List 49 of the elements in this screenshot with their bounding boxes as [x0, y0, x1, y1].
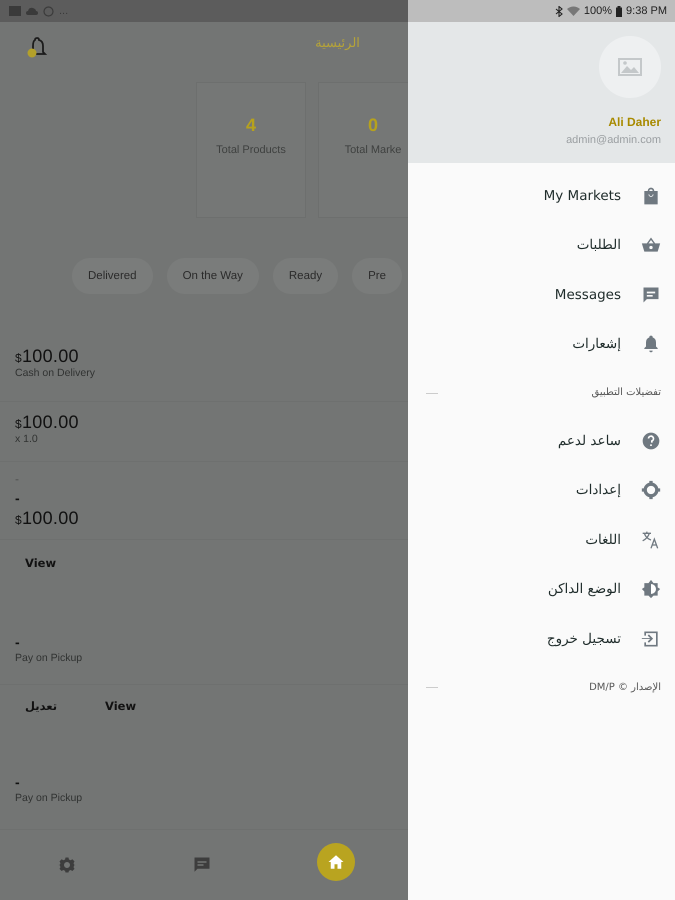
- page-title: الرئيسية: [315, 36, 360, 51]
- drawer-menu-item[interactable]: إشعارات: [408, 320, 675, 369]
- notification-bell-icon[interactable]: [26, 37, 48, 59]
- order-amount: $100.00: [15, 346, 79, 367]
- drawer-menu-item[interactable]: تسجيل خروج: [408, 614, 675, 664]
- drawer-menu-item[interactable]: Messages: [408, 270, 675, 320]
- order-dash: -: [15, 633, 20, 652]
- stat-label: Total Marke: [344, 144, 402, 156]
- order-amount: $100.00: [15, 508, 79, 529]
- bluetooth-icon: [554, 6, 563, 16]
- order-dash: -: [15, 773, 20, 792]
- wifi-icon: [566, 6, 580, 16]
- order-dash: -: [15, 471, 19, 488]
- order-action-button[interactable]: تعديل: [25, 699, 58, 713]
- stat-value: 4: [246, 115, 256, 136]
- circle-icon: [43, 6, 54, 16]
- drawer-menu-item[interactable]: الوضع الداكن: [408, 564, 675, 614]
- battery-icon: [616, 6, 622, 16]
- user-name: Ali Daher: [608, 115, 661, 129]
- order-note: Pay on Pickup: [15, 792, 82, 804]
- order-amount: $100.00: [15, 412, 79, 433]
- clock: 9:38 PM: [626, 5, 667, 17]
- stat-label: Total Products: [216, 144, 286, 156]
- image-icon: [9, 6, 21, 16]
- chat-icon: [193, 856, 211, 874]
- drawer-menu-item[interactable]: إعدادات: [408, 466, 675, 515]
- battery-percent: 100%: [584, 5, 612, 17]
- order-note: Pay on Pickup: [15, 652, 82, 664]
- home-icon: [327, 853, 345, 871]
- section-label: تفضيلات التطبيق: [591, 387, 661, 398]
- cloud-icon: [26, 6, 38, 16]
- stat-value: 0: [368, 115, 378, 136]
- home-nav-button[interactable]: [317, 843, 355, 881]
- order-action-button[interactable]: View: [25, 556, 56, 570]
- drawer-menu-item[interactable]: ساعد لدعم: [408, 416, 675, 466]
- help-icon: [641, 430, 661, 451]
- translate-icon: [641, 530, 661, 550]
- overflow-indicator: ...: [59, 5, 68, 17]
- contrast-icon: [641, 579, 661, 600]
- user-email: admin@admin.com: [566, 134, 661, 146]
- section-label: الإصدار © DM/P: [589, 682, 661, 692]
- drawer-menu-item[interactable]: My Markets: [408, 171, 675, 220]
- order-dash: -: [15, 489, 20, 508]
- chat-icon: [641, 284, 661, 305]
- order-note: Cash on Delivery: [15, 367, 95, 379]
- drawer-menu-item[interactable]: اللغات: [408, 515, 675, 564]
- order-action-button[interactable]: View: [105, 699, 136, 713]
- drawer-menu-item[interactable]: الطلبات: [408, 220, 675, 270]
- order-note: x 1.0: [15, 433, 38, 445]
